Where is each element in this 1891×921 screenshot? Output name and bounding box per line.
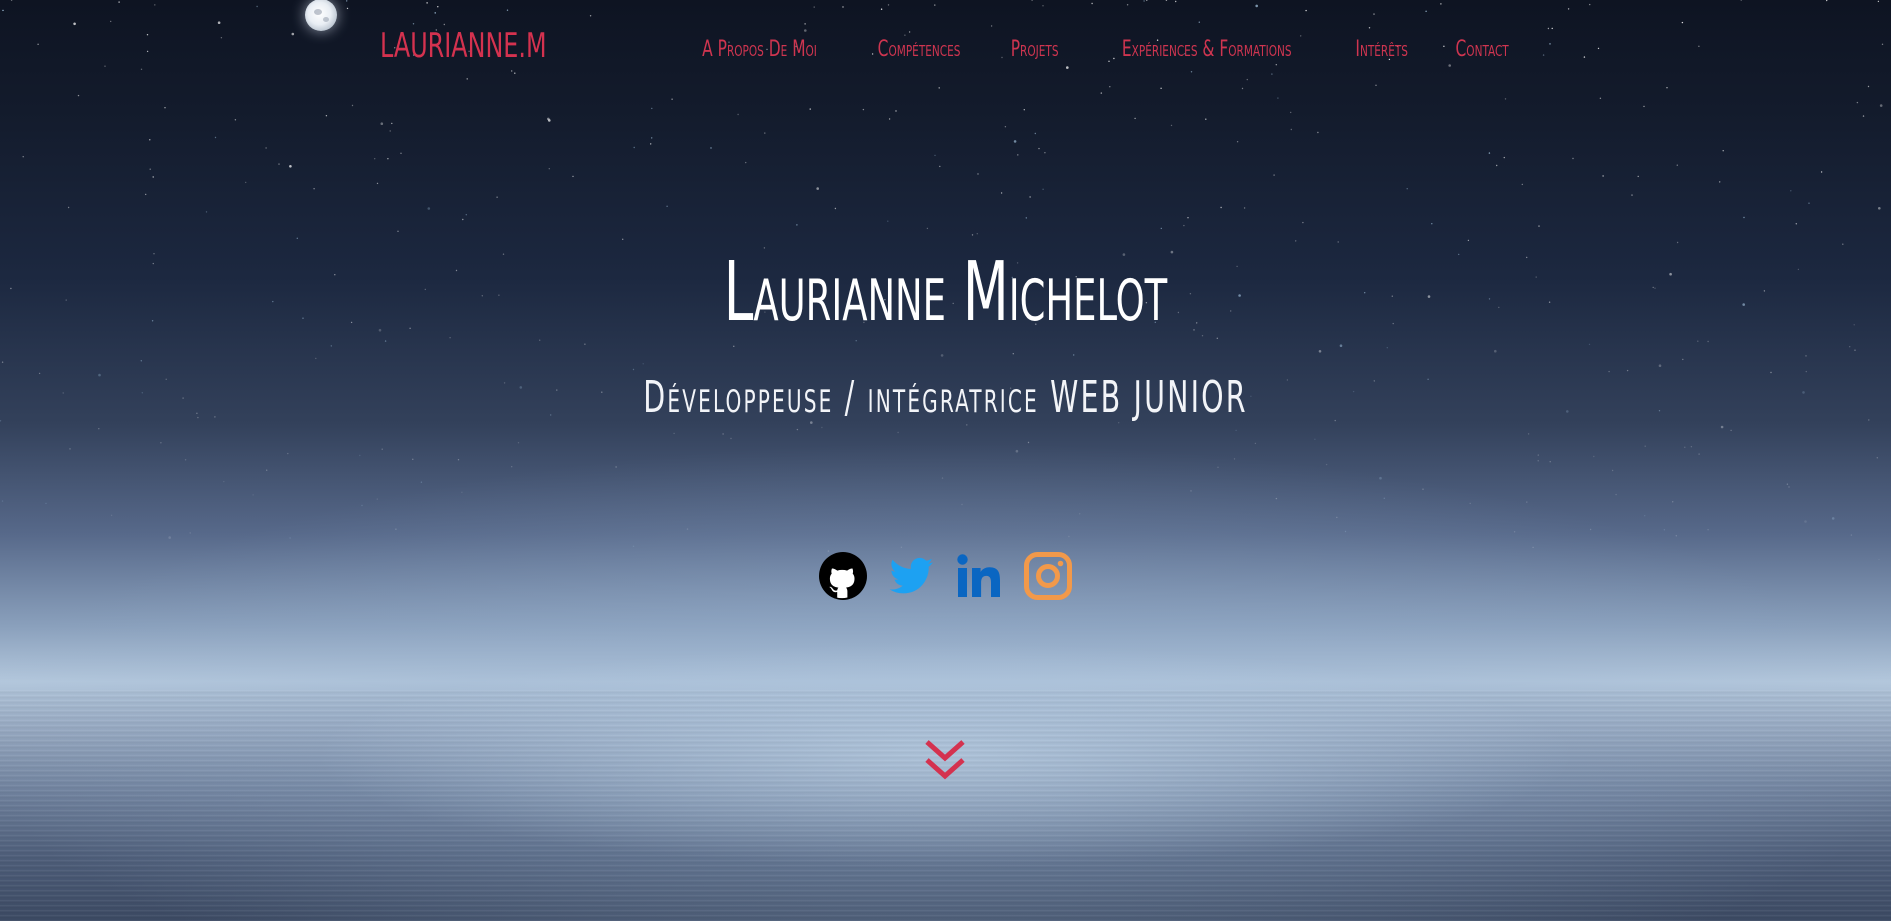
github-icon [819,552,867,600]
nav-link-contact[interactable]: Contact [1455,37,1508,62]
instagram-icon [1023,552,1072,600]
navbar: LAURIANNE.M A Propos De Moi Compétences … [0,0,1891,100]
sea-background [0,690,1891,921]
double-chevron-down-icon [925,740,965,780]
hero-title: Laurianne Michelot [723,245,1168,340]
nav-link-experiences-formations[interactable]: Expériences & Formations [1122,37,1292,62]
nav-item: Expériences & Formations [1098,37,1316,62]
linkedin-link[interactable] [955,551,1005,601]
nav-link-a-propos[interactable]: A Propos De Moi [702,37,817,62]
nav-menu: A Propos De Moi Compétences Projets Expé… [686,34,1516,64]
social-links [818,551,1073,601]
nav-item: A Propos De Moi [686,37,833,62]
hero-section: LAURIANNE.M A Propos De Moi Compétences … [0,0,1891,921]
twitter-link[interactable] [886,551,936,601]
nav-link-competences[interactable]: Compétences [877,37,960,62]
linkedin-icon [956,554,1000,597]
hero-subtitle: Développeuse / intégratrice WEB JUNIOR [643,372,1248,423]
nav-item: Contact [1448,37,1516,62]
github-link[interactable] [818,551,868,601]
instagram-link[interactable] [1023,551,1073,601]
scroll-down-button[interactable] [924,738,966,782]
nav-item: Intérêts [1348,37,1415,62]
twitter-icon [889,557,934,594]
nav-item: Compétences [866,37,972,62]
nav-link-interets[interactable]: Intérêts [1355,37,1408,62]
nav-link-projets[interactable]: Projets [1011,37,1059,62]
logo-link[interactable]: LAURIANNE.M [380,26,547,66]
nav-item: Projets [1004,37,1065,62]
